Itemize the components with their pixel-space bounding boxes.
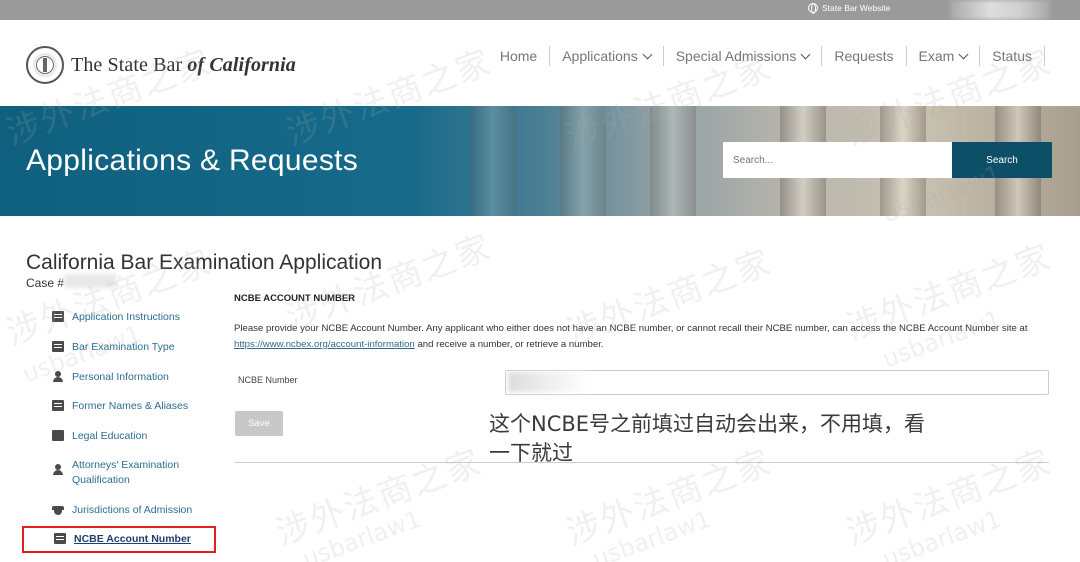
utility-bar: State Bar Website — [0, 0, 1080, 20]
watermark-handle: usbarlaw1 — [588, 504, 715, 562]
chevron-down-icon — [800, 49, 811, 59]
state-bar-website-label: State Bar Website — [822, 3, 891, 13]
id-card-icon — [52, 400, 64, 411]
page-title: California Bar Examination Application — [26, 251, 383, 274]
section-heading: NCBE ACCOUNT NUMBER — [234, 293, 356, 304]
column-decoration — [560, 106, 606, 216]
sidebar-item-application-instructions[interactable]: Application Instructions — [26, 310, 216, 325]
redacted-case-number — [64, 274, 116, 288]
globe-icon — [808, 3, 818, 14]
edit-icon — [54, 533, 66, 544]
redacted-area — [950, 0, 1050, 20]
save-button[interactable]: Save — [235, 411, 283, 436]
redacted-ncbe-number — [508, 372, 588, 392]
site-logo[interactable]: The State Bar of California — [26, 46, 296, 84]
chevron-down-icon — [958, 49, 969, 59]
logo-text: The State Bar of California — [71, 53, 296, 76]
sidebar-item-ncbe-account-number[interactable]: NCBE Account Number — [22, 526, 216, 553]
person-icon — [52, 371, 64, 382]
state-bar-website-link[interactable]: State Bar Website — [808, 3, 891, 14]
nav-status[interactable]: Status — [980, 46, 1045, 66]
document-icon — [52, 311, 64, 322]
briefcase-icon — [52, 430, 64, 441]
nav-requests[interactable]: Requests — [822, 46, 907, 66]
sidebar-item-personal-information[interactable]: Personal Information — [26, 370, 216, 385]
sidebar-item-jurisdictions[interactable]: Jurisdictions of Admission — [26, 503, 216, 518]
nav-special-admissions[interactable]: Special Admissions — [664, 46, 823, 66]
chevron-down-icon — [642, 49, 653, 59]
search-input[interactable] — [723, 142, 952, 178]
column-decoration — [470, 106, 516, 216]
sidebar-item-bar-examination-type[interactable]: Bar Examination Type — [26, 340, 216, 355]
watermark-handle: usbarlaw1 — [298, 504, 425, 562]
sidebar-item-former-names[interactable]: Former Names & Aliases — [26, 399, 216, 414]
ncbe-number-label: NCBE Number — [238, 375, 298, 385]
nav-applications[interactable]: Applications — [550, 46, 664, 66]
search-button[interactable]: Search — [952, 142, 1052, 178]
page-banner: Applications & Requests Search — [0, 106, 1080, 216]
ncbe-account-link[interactable]: https://www.ncbex.org/account-informatio… — [234, 339, 415, 350]
user-tie-icon — [52, 464, 64, 475]
sidebar-item-legal-education[interactable]: Legal Education — [26, 429, 216, 444]
copy-icon — [52, 341, 64, 352]
state-bar-seal-icon — [26, 46, 64, 84]
main-nav: Home Applications Special Admissions Req… — [488, 46, 1045, 66]
nav-exam[interactable]: Exam — [907, 46, 981, 66]
annotation-note: 这个NCBE号之前填过自动会出来，不用填，看一下就过 — [489, 412, 926, 465]
case-label: Case # — [26, 276, 65, 290]
watermark: 涉外法商之家 — [270, 442, 488, 554]
site-header: The State Bar of California Home Applica… — [0, 20, 1080, 106]
nav-home[interactable]: Home — [488, 46, 551, 66]
graduation-cap-icon — [52, 504, 64, 515]
section-description: Please provide your NCBE Account Number.… — [234, 323, 1028, 350]
banner-title: Applications & Requests — [26, 144, 359, 177]
watermark-handle: usbarlaw1 — [878, 504, 1005, 562]
sidebar-item-attorneys-examination[interactable]: Attorneys' Examination Qualification — [26, 458, 216, 488]
column-decoration — [650, 106, 696, 216]
